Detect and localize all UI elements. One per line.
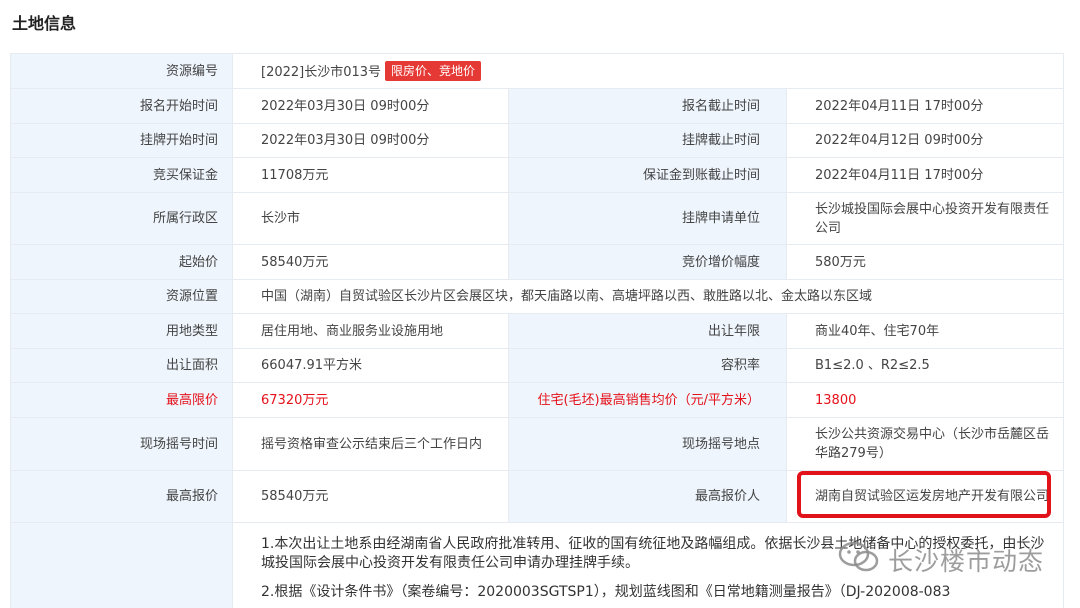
value-lottery-time: 摇号资格审查公示结束后三个工作日内 bbox=[232, 417, 509, 471]
value-max-price: 67320万元 bbox=[232, 382, 509, 418]
value-term: 商业40年、住宅70年 bbox=[785, 313, 1065, 349]
watermark-text: 长沙楼市动态 bbox=[887, 547, 1044, 576]
label-area: 出让面积 bbox=[10, 348, 233, 383]
value-lottery-place: 长沙公共资源交易中心（长沙市岳麓区岳华路279号） bbox=[785, 417, 1065, 471]
value-reg-start: 2022年03月30日 09时00分 bbox=[232, 88, 509, 124]
label-listing-end: 挂牌截止时间 bbox=[508, 123, 787, 158]
table-row: 所属行政区 长沙市 挂牌申请单位 长沙城投国际会展中心投资开发有限责任公司 bbox=[10, 192, 1065, 245]
value-deposit: 11708万元 bbox=[232, 157, 509, 193]
label-reg-end: 报名截止时间 bbox=[508, 88, 787, 124]
value-max-sale-price: 13800 bbox=[785, 382, 1065, 418]
value-listing-start: 2022年03月30日 09时00分 bbox=[232, 123, 509, 158]
label-term: 出让年限 bbox=[508, 313, 787, 349]
table-row: 最高限价 67320万元 住宅(毛坯)最高销售均价（元/平方米） 13800 bbox=[10, 382, 1065, 418]
value-increment: 580万元 bbox=[785, 244, 1065, 280]
label-lottery-time: 现场摇号时间 bbox=[10, 417, 233, 471]
wechat-icon bbox=[838, 540, 888, 580]
label-location: 资源位置 bbox=[10, 279, 233, 314]
label-applicant: 挂牌申请单位 bbox=[508, 192, 787, 245]
value-applicant: 长沙城投国际会展中心投资开发有限责任公司 bbox=[785, 192, 1065, 245]
label-district: 所属行政区 bbox=[10, 192, 233, 245]
value-deposit-deadline: 2022年04月11日 17时00分 bbox=[785, 157, 1065, 193]
value-land-use: 居住用地、商业服务业设施用地 bbox=[232, 313, 509, 349]
label-land-use: 用地类型 bbox=[10, 313, 233, 349]
value-start-price: 58540万元 bbox=[232, 244, 509, 280]
label-lottery-place: 现场摇号地点 bbox=[508, 417, 787, 471]
label-max-price: 最高限价 bbox=[10, 382, 233, 418]
land-info-table: 资源编号 [2022]长沙市013号 限房价、竞地价 报名开始时间 2022年03… bbox=[10, 53, 1065, 608]
table-row: 报名开始时间 2022年03月30日 09时00分 报名截止时间 2022年04… bbox=[10, 88, 1065, 124]
label-reg-start: 报名开始时间 bbox=[10, 88, 233, 124]
value-far: B1≤2.0 、R2≤2.5 bbox=[785, 348, 1065, 383]
label-deposit: 竞买保证金 bbox=[10, 157, 233, 193]
label-start-price: 起始价 bbox=[10, 244, 233, 280]
label-max-sale-price: 住宅(毛坯)最高销售均价（元/平方米） bbox=[508, 382, 787, 418]
label-far: 容积率 bbox=[508, 348, 787, 383]
label-deposit-deadline: 保证金到账截止时间 bbox=[508, 157, 787, 193]
table-row: 挂牌开始时间 2022年03月30日 09时00分 挂牌截止时间 2022年04… bbox=[10, 123, 1065, 158]
label-listing-start: 挂牌开始时间 bbox=[10, 123, 233, 158]
label-top-bidder: 最高报价人 bbox=[508, 470, 787, 523]
price-limit-tag: 限房价、竞地价 bbox=[385, 60, 482, 81]
resource-id-text: [2022]长沙市013号 bbox=[261, 64, 382, 80]
page-title: 土地信息 bbox=[12, 14, 77, 33]
value-location: 中国（湖南）自贸试验区长沙片区会展区块，都天庙路以南、高塘坪路以西、敢胜路以北、… bbox=[231, 279, 1065, 314]
label-resource-id: 资源编号 bbox=[10, 53, 233, 89]
label-notes bbox=[10, 522, 233, 608]
table-row: 资源编号 [2022]长沙市013号 限房价、竞地价 bbox=[10, 53, 1065, 89]
value-reg-end: 2022年04月11日 17时00分 bbox=[785, 88, 1065, 124]
value-area: 66047.91平方米 bbox=[232, 348, 509, 383]
table-row: 竞买保证金 11708万元 保证金到账截止时间 2022年04月11日 17时0… bbox=[10, 157, 1065, 193]
watermark: 长沙楼市动态 bbox=[838, 540, 1044, 580]
table-row: 资源位置 中国（湖南）自贸试验区长沙片区会展区块，都天庙路以南、高塘坪路以西、敢… bbox=[10, 279, 1065, 314]
value-resource-id: [2022]长沙市013号 限房价、竞地价 bbox=[231, 53, 1065, 89]
table-row: 现场摇号时间 摇号资格审查公示结束后三个工作日内 现场摇号地点 长沙公共资源交易… bbox=[10, 417, 1065, 471]
label-top-bid: 最高报价 bbox=[10, 470, 233, 523]
label-increment: 竞价增价幅度 bbox=[508, 244, 787, 280]
table-row: 用地类型 居住用地、商业服务业设施用地 出让年限 商业40年、住宅70年 bbox=[10, 313, 1065, 349]
table-row: 出让面积 66047.91平方米 容积率 B1≤2.0 、R2≤2.5 bbox=[10, 348, 1065, 383]
value-district: 长沙市 bbox=[232, 192, 509, 245]
value-top-bid: 58540万元 bbox=[232, 470, 509, 523]
table-row: 起始价 58540万元 竞价增价幅度 580万元 bbox=[10, 244, 1065, 280]
note-2: 2.根据《设计条件书》（案卷编号：2020003SGTSP1），规划蓝线图和《日… bbox=[261, 584, 951, 600]
value-listing-end: 2022年04月12日 09时00分 bbox=[785, 123, 1065, 158]
highlight-annotation bbox=[797, 471, 1051, 518]
